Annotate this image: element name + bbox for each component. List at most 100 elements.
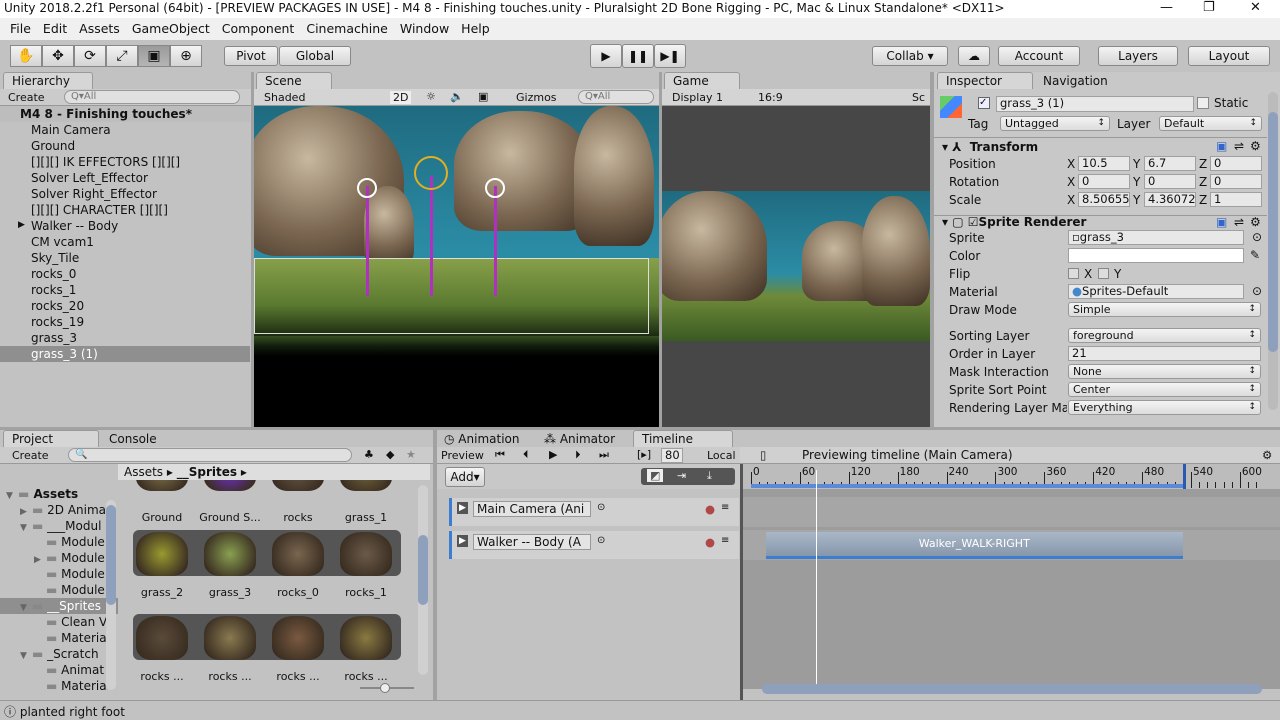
- tab-animation[interactable]: ◷ Animation: [439, 430, 537, 447]
- sprite-field[interactable]: ▫grass_3: [1068, 230, 1244, 245]
- asset-label[interactable]: rocks ...: [196, 670, 264, 682]
- breadcrumb-assets[interactable]: Assets: [124, 465, 163, 479]
- track-expand-icon[interactable]: ▶: [457, 502, 468, 514]
- order-field[interactable]: 21: [1068, 346, 1261, 361]
- scene-root[interactable]: M4 8 - Finishing touches*: [0, 106, 250, 122]
- folder-item[interactable]: ▬ Clean V: [0, 614, 118, 630]
- go-to-start-button[interactable]: ⏮: [495, 448, 505, 462]
- animation-clip[interactable]: Walker_WALK-RIGHT: [765, 532, 1183, 559]
- record-icon[interactable]: ●: [705, 535, 715, 549]
- layers-dropdown[interactable]: Layers: [1098, 46, 1178, 66]
- hierarchy-item[interactable]: Sky_Tile: [0, 250, 250, 266]
- scale-slider[interactable]: Sc: [912, 91, 925, 104]
- scale-tool-icon[interactable]: ⤢: [106, 45, 138, 67]
- end-marker[interactable]: [1182, 464, 1186, 489]
- gizmos-dropdown[interactable]: Gizmos: [516, 91, 557, 104]
- position-y-field[interactable]: 6.7: [1144, 156, 1196, 171]
- effects-icon[interactable]: ▣: [478, 90, 488, 103]
- mix-mode-icon[interactable]: ◩: [647, 469, 664, 482]
- hierarchy-item[interactable]: CM vcam1: [0, 234, 250, 250]
- asset-label[interactable]: grass_3: [196, 586, 264, 599]
- position-x-field[interactable]: 10.5: [1078, 156, 1130, 171]
- tag-dropdown[interactable]: Untagged: [1000, 116, 1110, 131]
- asset-thumbnail[interactable]: [272, 480, 324, 491]
- scale-z-field[interactable]: 1: [1210, 192, 1262, 207]
- transform-header[interactable]: ▾ ⅄ Transform: [942, 140, 1038, 154]
- flip-x-checkbox[interactable]: [1068, 268, 1079, 279]
- menu-help[interactable]: Help: [455, 21, 496, 37]
- menu-assets[interactable]: Assets: [73, 21, 126, 37]
- minimize-button[interactable]: —: [1160, 0, 1173, 15]
- hierarchy-item[interactable]: rocks_19: [0, 314, 250, 330]
- step-button[interactable]: ▶❚: [654, 44, 686, 68]
- menu-file[interactable]: File: [4, 21, 37, 37]
- game-viewport[interactable]: [662, 106, 930, 427]
- 2d-toggle[interactable]: 2D: [390, 91, 412, 104]
- menu-gameobject[interactable]: GameObject: [126, 21, 216, 37]
- create-dropdown[interactable]: Create: [8, 91, 45, 104]
- asset-label[interactable]: Ground: [128, 511, 196, 524]
- asset-thumbnail[interactable]: [136, 480, 188, 491]
- track-menu-icon[interactable]: ≡: [721, 502, 729, 513]
- tab-navigation[interactable]: Navigation: [1038, 72, 1148, 89]
- breadcrumb-sprites[interactable]: __Sprites: [177, 465, 237, 479]
- sorting-layer-dropdown[interactable]: foreground: [1068, 328, 1261, 343]
- folder-item[interactable]: ▼ ▬ ___Modul: [0, 518, 118, 534]
- record-icon[interactable]: ●: [705, 502, 715, 516]
- asset-thumbnail[interactable]: [136, 532, 188, 576]
- global-button[interactable]: Global: [279, 46, 351, 66]
- position-z-field[interactable]: 0: [1210, 156, 1262, 171]
- display-dropdown[interactable]: Display 1: [672, 91, 723, 104]
- selection-rect[interactable]: [254, 258, 649, 334]
- playhead[interactable]: [816, 470, 818, 690]
- asset-label[interactable]: Ground S...: [196, 511, 264, 524]
- asset-thumbnail[interactable]: [204, 616, 256, 660]
- object-picker-icon[interactable]: ⊙: [1252, 230, 1262, 244]
- scene-viewport[interactable]: [254, 106, 659, 427]
- asset-label[interactable]: rocks ...: [332, 670, 400, 682]
- tab-timeline[interactable]: Timeline: [633, 430, 733, 447]
- effector-gizmo[interactable]: [357, 178, 377, 198]
- material-field[interactable]: ●Sprites-Default: [1068, 284, 1244, 299]
- tab-hierarchy[interactable]: Hierarchy: [3, 72, 93, 89]
- preview-button[interactable]: Preview: [441, 449, 484, 462]
- asset-thumbnail[interactable]: [340, 532, 392, 576]
- folder-item[interactable]: ▬ Module: [0, 534, 118, 550]
- static-checkbox[interactable]: [1197, 97, 1209, 109]
- rect-tool-icon[interactable]: ▣: [138, 45, 170, 67]
- track-menu-icon[interactable]: ≡: [721, 535, 729, 546]
- asset-thumbnail[interactable]: [272, 616, 324, 660]
- hierarchy-item[interactable]: Main Camera: [0, 122, 250, 138]
- scale-y-field[interactable]: 4.36072: [1144, 192, 1196, 207]
- eyedropper-icon[interactable]: ✎: [1250, 248, 1260, 262]
- preset-icon[interactable]: ⇌: [1234, 215, 1244, 229]
- hierarchy-item[interactable]: grass_3 (1): [0, 346, 250, 362]
- tab-game[interactable]: Game: [664, 72, 740, 89]
- filter-type-icon[interactable]: ♣: [364, 448, 374, 461]
- layer-dropdown[interactable]: Default: [1159, 116, 1262, 131]
- menu-edit[interactable]: Edit: [37, 21, 73, 37]
- folder-item[interactable]: ▼ ▬ Assets: [0, 486, 118, 502]
- hierarchy-item[interactable]: Solver Left_Effector: [0, 170, 250, 186]
- menu-component[interactable]: Component: [216, 21, 301, 37]
- folder-item[interactable]: ▬ Module: [0, 582, 118, 598]
- hierarchy-item[interactable]: Ground: [0, 138, 250, 154]
- asset-thumbnail[interactable]: [136, 616, 188, 660]
- asset-thumbnail[interactable]: [204, 480, 256, 491]
- folder-item[interactable]: ▬ Materia: [0, 678, 118, 694]
- track-binding-field[interactable]: Walker -- Body (A: [473, 534, 591, 550]
- asset-label[interactable]: grass_1: [332, 511, 400, 524]
- folder-item[interactable]: ▬ Animat: [0, 662, 118, 678]
- track-binding-field[interactable]: Main Camera (Ani: [473, 501, 591, 517]
- label-icon[interactable]: ◆: [386, 448, 394, 461]
- folder-scrollbar[interactable]: [106, 500, 116, 690]
- asset-label[interactable]: rocks ...: [264, 670, 332, 682]
- asset-label[interactable]: rocks_0: [264, 586, 332, 599]
- hierarchy-item[interactable]: grass_3: [0, 330, 250, 346]
- help-icon[interactable]: ▣: [1216, 215, 1227, 229]
- timeline-selector-icon[interactable]: ▯: [760, 448, 766, 462]
- hierarchy-item[interactable]: rocks_20: [0, 298, 250, 314]
- folder-item[interactable]: ▶ ▬ 2D Anima: [0, 502, 118, 518]
- asset-thumbnail[interactable]: [340, 616, 392, 660]
- gear-icon[interactable]: ⚙: [1250, 139, 1261, 153]
